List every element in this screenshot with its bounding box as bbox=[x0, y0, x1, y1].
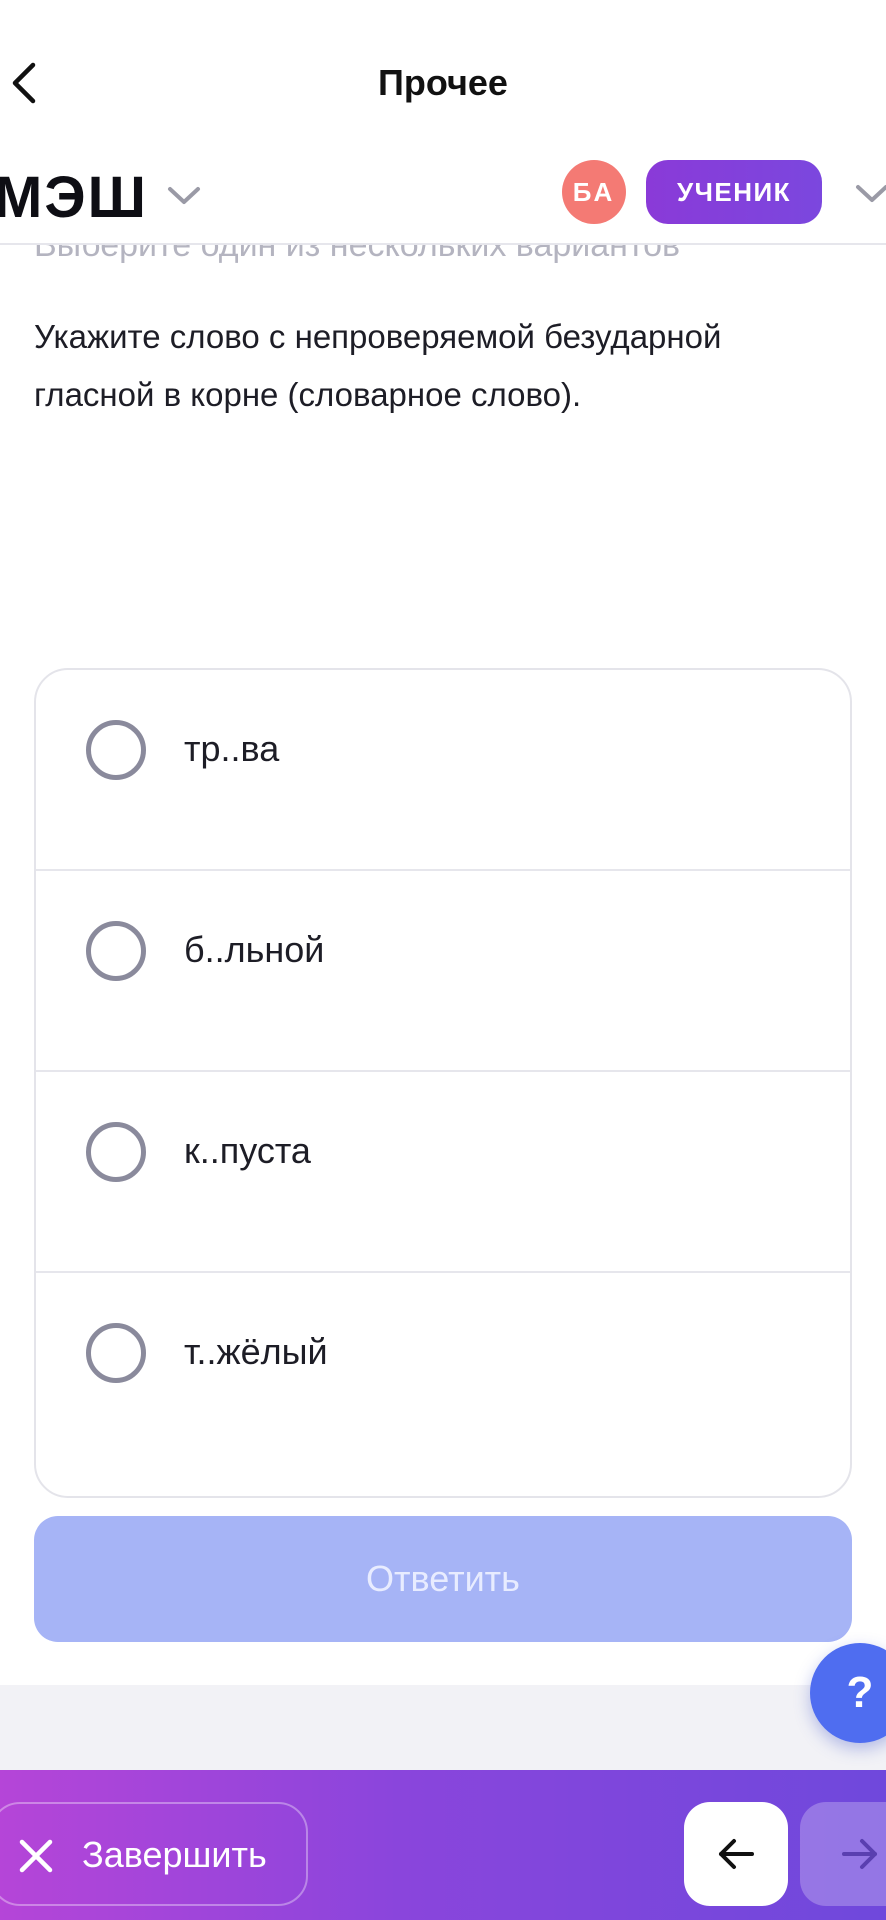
close-icon bbox=[19, 1839, 53, 1873]
option-label: т..жёлый bbox=[184, 1331, 328, 1372]
question-text: Укажите слово с непроверяемой безударной… bbox=[34, 318, 722, 413]
answer-option[interactable]: б..льной bbox=[36, 871, 850, 1072]
submit-answer-button[interactable]: Ответить bbox=[34, 1516, 852, 1642]
previous-button[interactable] bbox=[684, 1802, 788, 1906]
bottom-toolbar: Завершить bbox=[0, 1770, 886, 1920]
answer-option[interactable]: т..жёлый bbox=[36, 1273, 850, 1474]
answer-option[interactable]: тр..ва bbox=[36, 670, 850, 871]
chevron-down-icon[interactable] bbox=[166, 182, 202, 210]
app-header: МЭШ БА УЧЕНИК bbox=[0, 160, 886, 245]
avatar[interactable]: БА bbox=[562, 160, 626, 224]
radio-button[interactable] bbox=[86, 921, 146, 981]
arrow-right-icon bbox=[842, 1839, 877, 1869]
task-card: Выберите один из нескольких вариантов МЭ… bbox=[0, 160, 886, 1685]
radio-button[interactable] bbox=[86, 1122, 146, 1182]
option-label: к..пуста bbox=[184, 1130, 311, 1171]
finish-button[interactable]: Завершить bbox=[0, 1802, 308, 1906]
answer-options: тр..ва б..льной к..пуста т..жёлый bbox=[34, 668, 852, 1498]
option-label: б..льной bbox=[184, 929, 325, 970]
option-label: тр..ва bbox=[184, 728, 280, 769]
chevron-down-icon[interactable] bbox=[852, 180, 886, 208]
radio-button[interactable] bbox=[86, 1323, 146, 1383]
finish-label: Завершить bbox=[82, 1834, 267, 1875]
answer-option[interactable]: к..пуста bbox=[36, 1072, 850, 1273]
radio-button[interactable] bbox=[86, 720, 146, 780]
role-badge[interactable]: УЧЕНИК bbox=[646, 160, 822, 224]
top-navigation-bar: Прочее bbox=[0, 0, 886, 160]
next-button[interactable] bbox=[800, 1802, 886, 1906]
page-title: Прочее bbox=[378, 62, 508, 103]
app-logo: МЭШ bbox=[0, 165, 148, 230]
arrow-left-icon bbox=[719, 1839, 754, 1869]
